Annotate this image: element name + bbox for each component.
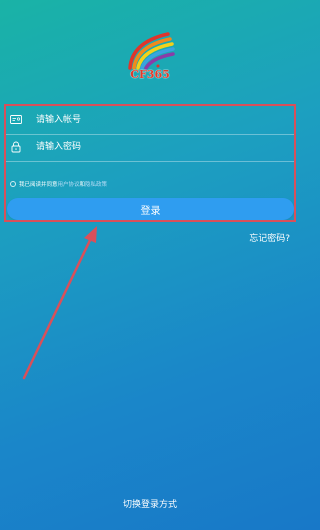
forgot-password-link[interactable]: 忘记密码? xyxy=(249,231,290,244)
logo-text: CF365 xyxy=(130,68,170,81)
annotation-highlight-box xyxy=(4,104,296,222)
switch-login-method-link[interactable]: 切换登录方式 xyxy=(0,497,300,510)
app-logo: CF365 xyxy=(118,28,182,88)
